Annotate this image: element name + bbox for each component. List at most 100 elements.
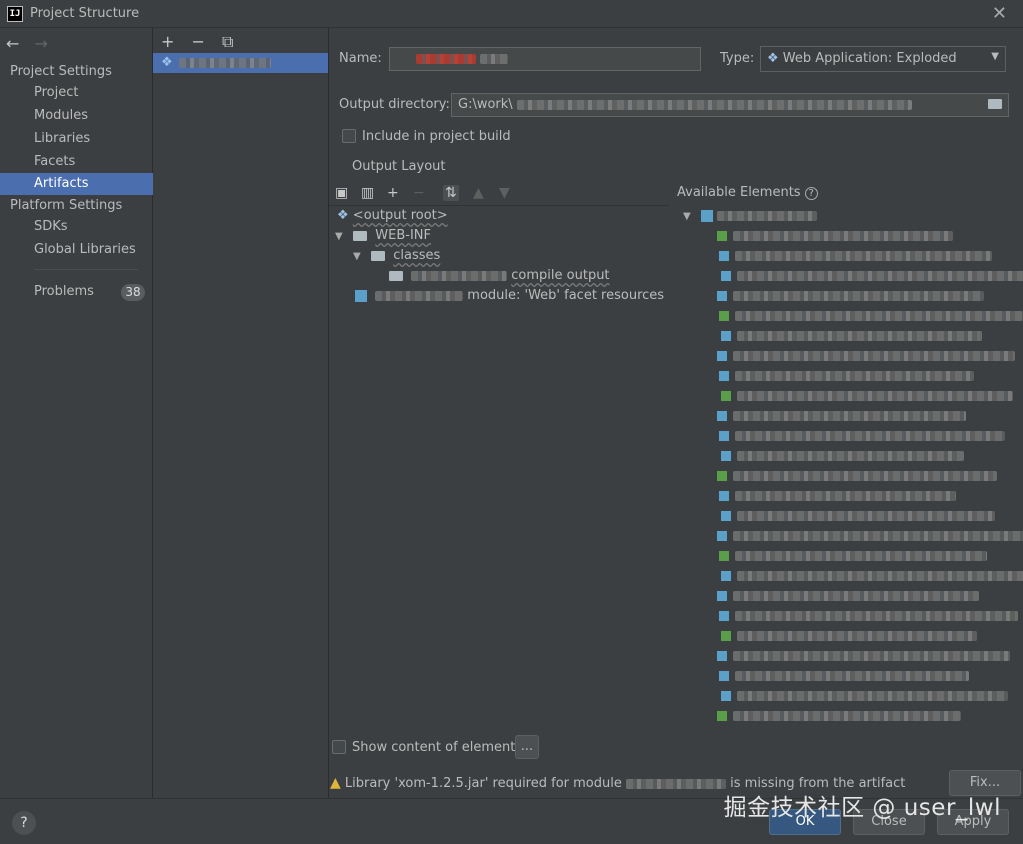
name-field[interactable] (389, 47, 701, 71)
tree-facet-resources[interactable]: module: 'Web' facet resources (355, 286, 664, 306)
warning-icon: ▲ (330, 775, 341, 791)
type-select[interactable]: ❖ Web Application: Exploded ▼ (760, 46, 1006, 72)
library-icon (717, 531, 727, 541)
include-in-build-checkbox[interactable] (342, 129, 356, 143)
library-icon (717, 411, 727, 421)
add-icon[interactable]: + (161, 32, 174, 51)
settings-sidebar: ← → Project Settings Project Modules Lib… (0, 28, 153, 798)
folder-icon (353, 230, 368, 241)
library-icon (721, 271, 731, 281)
warning-module-redacted (626, 778, 726, 789)
name-value-redacted-2 (480, 53, 509, 64)
output-root-label: <output root> (352, 208, 448, 223)
new-folder-icon[interactable]: ▣ (335, 185, 348, 201)
sidebar-item-global-libraries[interactable]: Global Libraries (0, 239, 153, 261)
copy-icon[interactable]: ⧉ (222, 32, 233, 51)
facet-name-redacted (375, 290, 464, 301)
redacted-element-name (735, 251, 992, 261)
output-directory-redacted (516, 99, 912, 110)
redacted-element-name (735, 431, 1005, 441)
chevron-down-icon: ▼ (683, 211, 691, 222)
help-button[interactable]: ? (12, 811, 36, 835)
library-icon (721, 511, 731, 521)
classes-label: classes (393, 248, 441, 263)
redacted-element-name (737, 511, 995, 521)
web-app-icon: ❖ (767, 51, 779, 66)
web-artifact-icon: ❖ (337, 208, 349, 223)
library-icon (717, 231, 727, 241)
output-layout-tab[interactable]: Output Layout (352, 159, 445, 174)
redacted-element-name (733, 591, 979, 601)
help-icon[interactable]: ? (804, 187, 818, 200)
project-settings-header: Project Settings (10, 64, 112, 79)
type-value: Web Application: Exploded (782, 51, 957, 66)
output-directory-field[interactable]: G:\work\ (451, 93, 1009, 117)
add-copy-icon[interactable]: + (387, 185, 399, 201)
library-icon (717, 651, 727, 661)
forward-arrow-icon[interactable]: → (35, 34, 48, 53)
folder-icon (371, 250, 386, 261)
chevron-down-icon: ▼ (991, 51, 999, 62)
available-elements-text: Available Elements (677, 185, 801, 200)
chevron-down-icon: ▼ (335, 231, 343, 242)
redacted-element-name (737, 571, 1023, 581)
redacted-element-name (737, 391, 1013, 401)
tree-output-root[interactable]: ❖ <output root> (337, 206, 448, 226)
redacted-element-name (733, 711, 961, 721)
type-label: Type: (720, 51, 755, 66)
remove-element-icon[interactable]: − (413, 185, 425, 201)
web-facet-icon (355, 289, 367, 302)
nav-arrows: ← → (6, 34, 58, 53)
back-arrow-icon[interactable]: ← (6, 34, 19, 53)
artifact-toolbar: + − ⧉ (161, 32, 245, 52)
problems-count-badge: 38 (121, 284, 145, 301)
show-content-checkbox[interactable] (332, 740, 346, 754)
redacted-element-name (735, 371, 974, 381)
library-icon (719, 491, 729, 501)
sidebar-item-modules[interactable]: Modules (0, 105, 153, 127)
redacted-element-name (737, 691, 1008, 701)
redacted-element-name (733, 651, 1010, 661)
chevron-down-icon: ▼ (353, 251, 361, 262)
project-icon (701, 209, 714, 222)
tree-classes[interactable]: ▼ classes (353, 246, 440, 266)
archive-icon[interactable]: ▥ (361, 185, 374, 201)
ellipsis-button[interactable]: ... (515, 735, 539, 759)
artifact-name-redacted (179, 58, 271, 68)
available-root-node[interactable]: ▼ (683, 206, 818, 226)
project-name-redacted (717, 210, 818, 221)
redacted-element-name (735, 311, 1023, 321)
close-icon[interactable]: ✕ (992, 3, 1007, 24)
tree-compile-output[interactable]: compile output (389, 266, 610, 286)
sidebar-item-problems[interactable]: Problems 38 (0, 281, 153, 303)
include-in-build-label: Include in project build (362, 129, 511, 144)
redacted-element-name (735, 551, 987, 561)
sidebar-item-artifacts[interactable]: Artifacts (0, 173, 153, 195)
artifact-item[interactable]: ❖ (153, 53, 328, 73)
redacted-element-name (733, 351, 1015, 361)
tree-web-inf[interactable]: ▼ WEB-INF (335, 226, 431, 246)
redacted-element-name (733, 411, 966, 421)
library-icon (719, 311, 729, 321)
artifact-list-panel: + − ⧉ ❖ (153, 28, 329, 798)
sidebar-item-facets[interactable]: Facets (0, 151, 153, 173)
sidebar-item-sdks[interactable]: SDKs (0, 216, 153, 238)
move-down-icon[interactable]: ▼ (499, 185, 510, 201)
redacted-element-name (733, 531, 1023, 541)
sort-icon[interactable]: ⇅ (443, 185, 459, 201)
platform-settings-header: Platform Settings (10, 198, 123, 213)
library-icon (717, 471, 727, 481)
compile-output-label: compile output (511, 268, 610, 283)
output-directory-label: Output directory: (339, 97, 450, 112)
remove-icon[interactable]: − (192, 32, 205, 51)
folder-browse-icon[interactable] (988, 99, 1002, 109)
library-icon (717, 591, 727, 601)
module-folder-icon (389, 270, 403, 281)
move-up-icon[interactable]: ▲ (473, 185, 484, 201)
library-icon (719, 431, 729, 441)
sidebar-item-libraries[interactable]: Libraries (0, 128, 153, 150)
sidebar-item-project[interactable]: Project (0, 82, 153, 104)
library-icon (721, 391, 731, 401)
library-icon (721, 451, 731, 461)
library-icon (719, 251, 729, 261)
